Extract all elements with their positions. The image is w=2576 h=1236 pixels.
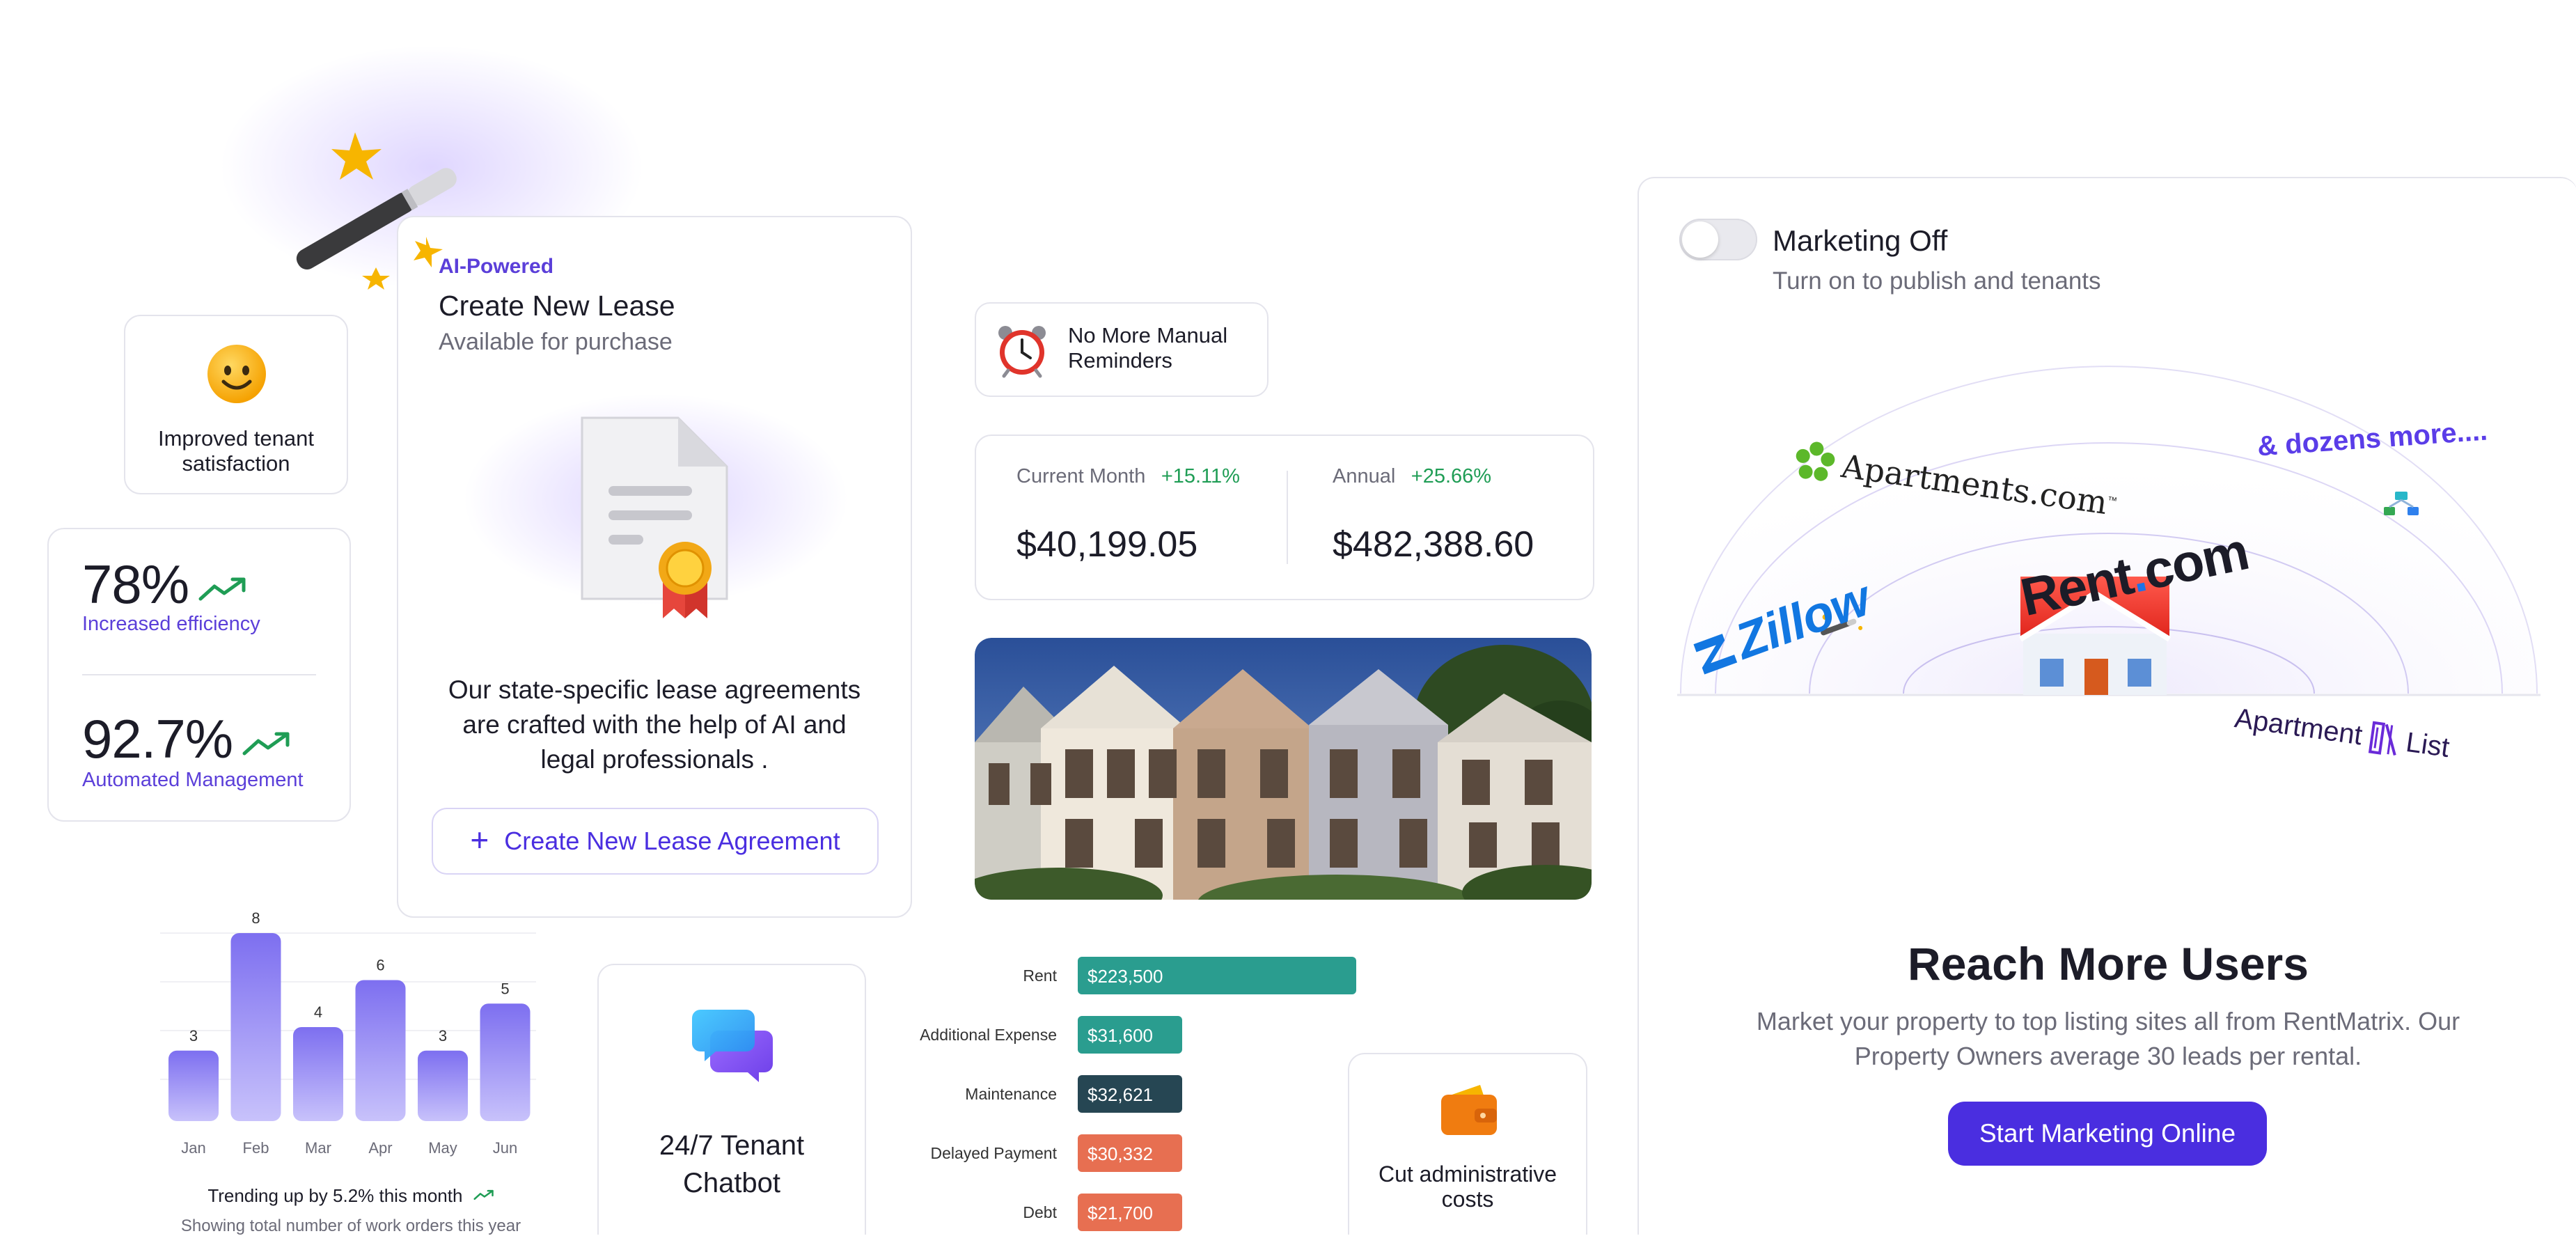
- expense-bar-value: $31,600: [1087, 1025, 1153, 1046]
- bar-jun: [480, 1003, 531, 1121]
- annual-label: Annual: [1333, 465, 1396, 487]
- toggle-knob: [1682, 221, 1718, 258]
- expense-category-label: Delayed Payment: [930, 1144, 1057, 1162]
- apartments-leaf-icon: [1796, 441, 1835, 481]
- expense-category-label: Additional Expense: [920, 1026, 1057, 1044]
- smiley-icon: [207, 345, 266, 403]
- satisfaction-card: Improved tenant satisfaction: [124, 315, 348, 494]
- magic-wand-icon: [296, 132, 457, 290]
- chart-footer: Trending up by 5.2% this month Showing t…: [149, 1185, 553, 1236]
- revenue-card: Current Month +15.11% $40,199.05 Annual …: [975, 435, 1594, 600]
- satisfaction-label: Improved tenant satisfaction: [157, 426, 315, 476]
- expense-category-label: Debt: [1023, 1203, 1057, 1221]
- apartments-tm: ™: [2106, 494, 2119, 507]
- stat-automation-label: Automated Management: [82, 769, 304, 791]
- wallet-icon: [1441, 1085, 1497, 1135]
- stat-efficiency: 78%: [82, 553, 248, 616]
- lease-subtitle: Available for purchase: [439, 329, 673, 355]
- chatbot-label: 24/7 Tenant Chatbot: [659, 1130, 805, 1198]
- revenue-divider: [1287, 471, 1288, 564]
- expense-category-label: Rent: [1023, 967, 1057, 985]
- create-lease-button[interactable]: + Create New Lease Agreement: [432, 808, 879, 875]
- apartment-list-logo: Apartment List: [2233, 701, 2452, 765]
- bar-apr: [355, 980, 406, 1121]
- expense-bar-value: $30,332: [1087, 1143, 1153, 1164]
- alarm-clock-icon: [998, 326, 1046, 378]
- expense-bar-value: $223,500: [1087, 966, 1163, 987]
- trend-up-icon: [198, 577, 246, 601]
- start-marketing-button[interactable]: Start Marketing Online: [1948, 1102, 2267, 1166]
- lease-description: Our state-specific lease agreements are …: [448, 675, 861, 774]
- bar-may: [418, 1050, 468, 1121]
- stats-divider: [82, 674, 316, 675]
- bar-value-label: 5: [501, 980, 509, 997]
- expense-bar-value: $21,700: [1087, 1203, 1153, 1223]
- reminder-label: No More Manual Reminders: [1068, 323, 1228, 373]
- reminder-card: No More Manual Reminders: [975, 302, 1269, 397]
- x-tick-label: Jun: [493, 1139, 517, 1157]
- work-orders-chart: 3 Jan 8 Feb 4 Mar 6 Apr 3 May 5 Jun: [160, 909, 536, 1157]
- marketing-card: Marketing Off Turn on to publish and ten…: [1638, 177, 2576, 1235]
- stat-automation: 92.7%: [82, 707, 292, 771]
- admin-costs-card: Cut administrative costs: [1348, 1053, 1587, 1235]
- bar-mar: [293, 1027, 343, 1121]
- marketing-toggle-sub: Turn on to publish and tenants: [1773, 267, 2101, 295]
- chart-footer-title-row: Trending up by 5.2% this month: [149, 1185, 553, 1207]
- marketing-toggle[interactable]: [1679, 219, 1757, 260]
- victorian-houses-photo: [975, 638, 1592, 900]
- trend-up-icon: [473, 1189, 494, 1200]
- revenue-annual: Annual +25.66%: [1333, 465, 1491, 488]
- expense-bar: $30,332: [1078, 1134, 1182, 1172]
- stat-automation-value: 92.7%: [82, 708, 233, 769]
- expense-bar: $31,600: [1078, 1016, 1182, 1054]
- plus-icon: +: [470, 822, 489, 858]
- expense-bar: $223,500: [1078, 957, 1356, 994]
- chart-footer-title: Trending up by 5.2% this month: [207, 1185, 463, 1206]
- stats-card: 78% Increased efficiency 92.7% Automated…: [47, 528, 351, 822]
- start-marketing-button-label: Start Marketing Online: [1979, 1119, 2236, 1148]
- ai-lease-card: AI-Powered Create New Lease Available fo…: [397, 216, 912, 918]
- bar-value-label: 6: [376, 957, 384, 974]
- certificate-document-icon: [581, 416, 728, 618]
- bar-value-label: 3: [439, 1027, 447, 1045]
- expense-bar-value: $32,621: [1087, 1084, 1153, 1105]
- expense-bar-chart: Rent $223,500 Additional Expense $31,600 Mai…: [905, 957, 1406, 1235]
- x-tick-label: Apr: [368, 1139, 392, 1157]
- x-tick-label: Jan: [181, 1139, 205, 1157]
- bar-value-label: 8: [251, 909, 260, 927]
- current-month-change: +15.11%: [1161, 465, 1240, 487]
- bar-value-label: 4: [314, 1003, 322, 1021]
- marketing-heading: Reach More Users: [1908, 938, 2309, 989]
- expense-bar: $21,700: [1078, 1194, 1182, 1231]
- annual-value: $482,388.60: [1333, 524, 1534, 565]
- expense-category-label: Maintenance: [965, 1085, 1057, 1103]
- stat-efficiency-value: 78%: [82, 554, 189, 615]
- admin-costs-label: Cut administrative costs: [1378, 1161, 1557, 1212]
- bar-value-label: 3: [189, 1027, 198, 1045]
- x-tick-label: Mar: [305, 1139, 331, 1157]
- apartment-list-text-1: Apartment: [2233, 702, 2364, 751]
- revenue-current: Current Month +15.11%: [1016, 465, 1240, 488]
- current-month-label: Current Month: [1016, 465, 1146, 487]
- create-lease-button-label: Create New Lease Agreement: [504, 827, 840, 855]
- chat-bubbles-icon: [692, 1010, 773, 1082]
- chatbot-card: 24/7 Tenant Chatbot: [597, 964, 866, 1235]
- stat-efficiency-label: Increased efficiency: [82, 613, 260, 635]
- bar-feb: [230, 933, 281, 1121]
- chart-footer-subtitle: Showing total number of work orders this…: [180, 1217, 521, 1235]
- expense-bar: $32,621: [1078, 1075, 1182, 1113]
- apartment-list-text-2: List: [2404, 726, 2451, 763]
- apartment-list-mark-icon: [2368, 721, 2396, 756]
- current-month-value: $40,199.05: [1016, 524, 1198, 565]
- bar-jan: [168, 1050, 219, 1121]
- x-tick-label: Feb: [243, 1139, 269, 1157]
- marketing-description: Market your property to top listing site…: [1756, 1007, 2460, 1070]
- marketing-toggle-label: Marketing Off: [1773, 224, 1948, 257]
- annual-change: +25.66%: [1411, 465, 1492, 487]
- trend-up-icon: [242, 732, 290, 756]
- x-tick-label: May: [428, 1139, 457, 1157]
